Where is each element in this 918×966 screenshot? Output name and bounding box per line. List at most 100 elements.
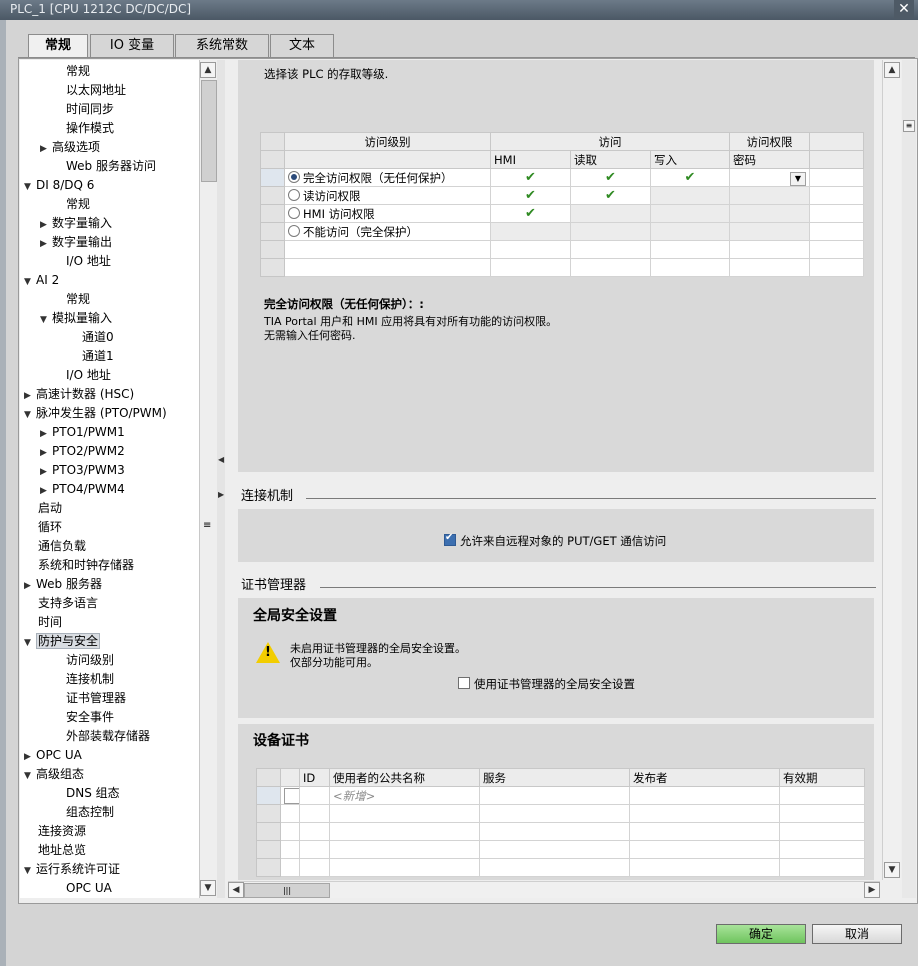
tree-item[interactable]: ▼ AI 2 [24, 271, 59, 290]
tree-item[interactable]: 外部装载存储器 [54, 727, 150, 746]
tree-item[interactable]: Web 服务器访问 [54, 157, 156, 176]
radio-button[interactable] [288, 224, 300, 237]
h-scroll-thumb[interactable]: ||| [244, 883, 330, 898]
tree-item[interactable]: ▶ PTO4/PWM4 [40, 480, 125, 499]
tree-item[interactable]: ▼ 模拟量输入 [40, 309, 112, 328]
tab-text[interactable]: 文本 [270, 34, 334, 57]
access-row-hmi[interactable]: HMI 访问权限 ✔ [260, 204, 864, 223]
tab-general[interactable]: 常规 [28, 34, 88, 59]
dropdown-arrow-icon[interactable]: ▼ [790, 171, 806, 186]
tree-item[interactable]: 地址总览 [38, 841, 86, 860]
add-new-cell[interactable]: <新增> [329, 786, 480, 805]
tree-item[interactable]: 启动 [38, 499, 62, 518]
tree-item[interactable]: 连接机制 [54, 670, 114, 689]
global-security-checkbox[interactable]: 使用证书管理器的全局安全设置 [458, 676, 635, 692]
tree-item[interactable]: DNS 组态 [54, 784, 120, 803]
tree-item[interactable]: 系统和时钟存储器 [38, 556, 134, 575]
scroll-left-icon[interactable]: ◀ [228, 882, 244, 898]
expand-arrow-icon[interactable]: ▶ [24, 577, 36, 596]
row-icon-box[interactable] [284, 787, 299, 804]
collapse-arrow-icon[interactable]: ▼ [24, 634, 36, 653]
tree-item[interactable]: 支持多语言 [38, 594, 98, 613]
collapse-left-icon[interactable]: ◀ [218, 455, 224, 465]
tree-item[interactable]: 常规 [54, 195, 90, 214]
tree-item[interactable]: 时间同步 [54, 100, 114, 119]
tree-item[interactable]: ▼ DI 8/DQ 6 [24, 176, 94, 195]
horizontal-scrollbar[interactable]: ◀ ||| ▶ [228, 881, 880, 898]
tree-item[interactable]: ▶ 数字量输入 [40, 214, 112, 233]
tree-scroll-thumb[interactable] [201, 80, 217, 182]
content-scrollbar[interactable]: ▲ ▼ [882, 60, 901, 880]
menu-icon[interactable]: ≡ [903, 120, 915, 132]
tree-item[interactable]: I/O 地址 [54, 366, 111, 385]
cancel-button[interactable]: 取消 [812, 924, 902, 944]
access-row-full[interactable]: 完全访问权限（无任何保护） ✔ ✔ ✔ ▼ [260, 168, 864, 187]
access-option[interactable]: 不能访问（完全保护） [284, 222, 491, 241]
checkbox-unchecked-icon[interactable] [458, 677, 470, 689]
expand-arrow-icon[interactable]: ▶ [40, 140, 52, 159]
radio-button[interactable] [288, 206, 300, 219]
tree-item[interactable]: I/O 地址 [54, 252, 111, 271]
tree-item[interactable]: ▶ 高速计数器 (HSC) [24, 385, 134, 404]
access-option[interactable]: HMI 访问权限 [284, 204, 491, 223]
tree-item[interactable]: ▼ 运行系统许可证 [24, 860, 120, 879]
tree-item[interactable]: ▶ 高级选项 [40, 138, 100, 157]
expand-right-icon[interactable]: ▶ [218, 490, 224, 500]
tree-item[interactable]: 证书管理器 [54, 689, 126, 708]
collapse-arrow-icon[interactable]: ▼ [24, 273, 36, 292]
password-cell[interactable]: ▼ [729, 168, 810, 187]
tree-item[interactable]: 访问级别 [54, 651, 114, 670]
tree-item[interactable]: ▶ 数字量输出 [40, 233, 112, 252]
radio-button[interactable] [288, 188, 300, 201]
tree-item[interactable]: OPC UA [54, 879, 112, 898]
tree-item[interactable]: ▶ PTO1/PWM1 [40, 423, 125, 442]
tree-item[interactable]: ▼ 防护与安全 [24, 632, 101, 653]
collapse-arrow-icon[interactable]: ▼ [24, 767, 36, 786]
tab-io-tags[interactable]: IO 变量 [90, 34, 174, 57]
tree-item[interactable]: 连接资源 [38, 822, 86, 841]
access-row-read[interactable]: 读访问权限 ✔ ✔ [260, 186, 864, 205]
tree-item[interactable]: 组态控制 [54, 803, 114, 822]
collapse-arrow-icon[interactable]: ▼ [24, 862, 36, 881]
tree-item[interactable]: 通道0 [70, 328, 114, 347]
tree-item[interactable]: ▶ OPC UA [24, 746, 82, 765]
tree-item[interactable]: 常规 [54, 62, 90, 81]
radio-selected[interactable] [288, 170, 300, 183]
collapse-arrow-icon[interactable]: ▼ [24, 406, 36, 425]
col-subject: 使用者的公共名称 [329, 768, 480, 787]
scroll-down-icon[interactable]: ▼ [884, 862, 900, 878]
tree-item[interactable]: ▶ PTO3/PWM3 [40, 461, 125, 480]
access-row-none[interactable]: 不能访问（完全保护） [260, 222, 864, 241]
tree-item[interactable]: ▶ PTO2/PWM2 [40, 442, 125, 461]
checkbox-checked-icon[interactable] [444, 532, 456, 546]
ok-button[interactable]: 确定 [716, 924, 806, 944]
tree-item[interactable]: ▼ 高级组态 [24, 765, 84, 784]
tree-item[interactable]: 通道1 [70, 347, 114, 366]
tree-item[interactable]: 循环 [38, 518, 62, 537]
scroll-up-icon[interactable]: ▲ [200, 62, 216, 78]
global-security-title: 全局安全设置 [253, 608, 337, 624]
tree-item[interactable]: 操作模式 [54, 119, 114, 138]
access-option[interactable]: 完全访问权限（无任何保护） [284, 168, 491, 187]
new-cert-row[interactable]: <新增> [256, 786, 865, 805]
tree-item[interactable]: 以太网地址 [54, 81, 126, 100]
putget-checkbox[interactable]: 允许来自远程对象的 PUT/GET 通信访问 [444, 532, 666, 549]
scroll-up-icon[interactable]: ▲ [884, 62, 900, 78]
scroll-down-icon[interactable]: ▼ [200, 880, 216, 896]
access-option[interactable]: 读访问权限 [284, 186, 491, 205]
tree-scrollbar[interactable]: ▲ ≡ ▼ [199, 60, 217, 898]
tree-item[interactable]: 常规 [54, 290, 90, 309]
tree-item[interactable]: 时间 [38, 613, 62, 632]
pane-splitter[interactable]: ◀ ▶ [217, 60, 225, 898]
tree-item[interactable]: ▼ 脉冲发生器 (PTO/PWM) [24, 404, 167, 423]
collapse-arrow-icon[interactable]: ▼ [40, 311, 52, 330]
expand-arrow-icon[interactable]: ▶ [40, 235, 52, 254]
tab-system-constants[interactable]: 系统常数 [175, 34, 269, 57]
access-level-panel: 选择该 PLC 的存取等级. 访问级别 访问 访问权限 HMI 读取 写入 密码 [238, 60, 874, 472]
scroll-right-icon[interactable]: ▶ [864, 882, 880, 898]
tree-item[interactable]: 通信负载 [38, 537, 86, 556]
tree-item[interactable]: ▶ Web 服务器 [24, 575, 102, 594]
collapse-arrow-icon[interactable]: ▼ [24, 178, 36, 197]
tree-item[interactable]: 安全事件 [54, 708, 114, 727]
close-icon[interactable]: ✕ [894, 0, 914, 19]
